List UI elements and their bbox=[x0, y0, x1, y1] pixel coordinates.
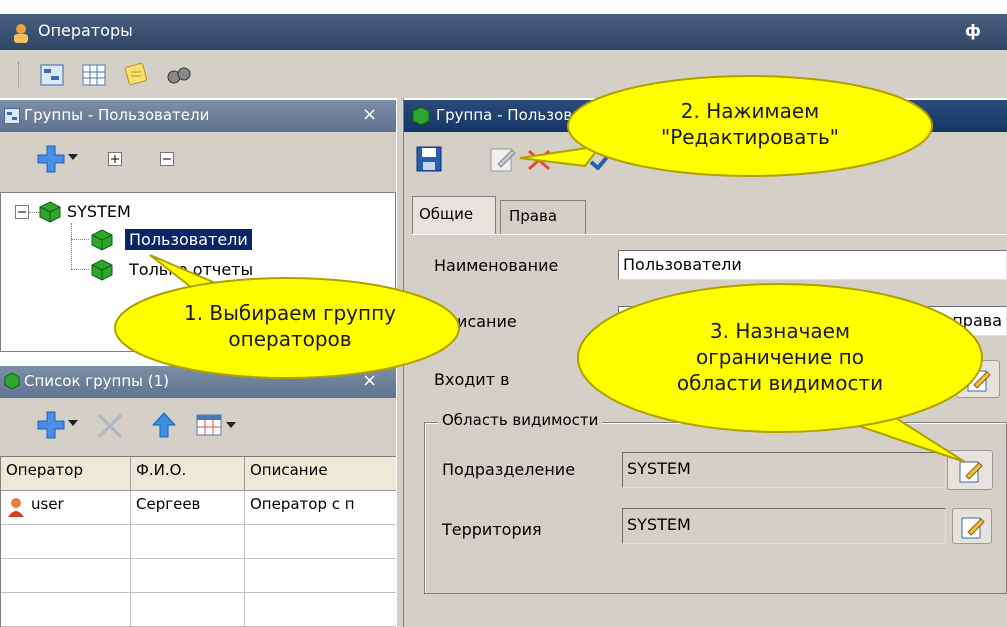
callout-step2-text: 2. Нажимаем "Редактировать" bbox=[661, 99, 839, 149]
callout-step1-text: 1. Выбираем группу операторов bbox=[183, 301, 396, 351]
callout-step3-text: 3. Назначаем ограничение по области види… bbox=[676, 319, 884, 395]
